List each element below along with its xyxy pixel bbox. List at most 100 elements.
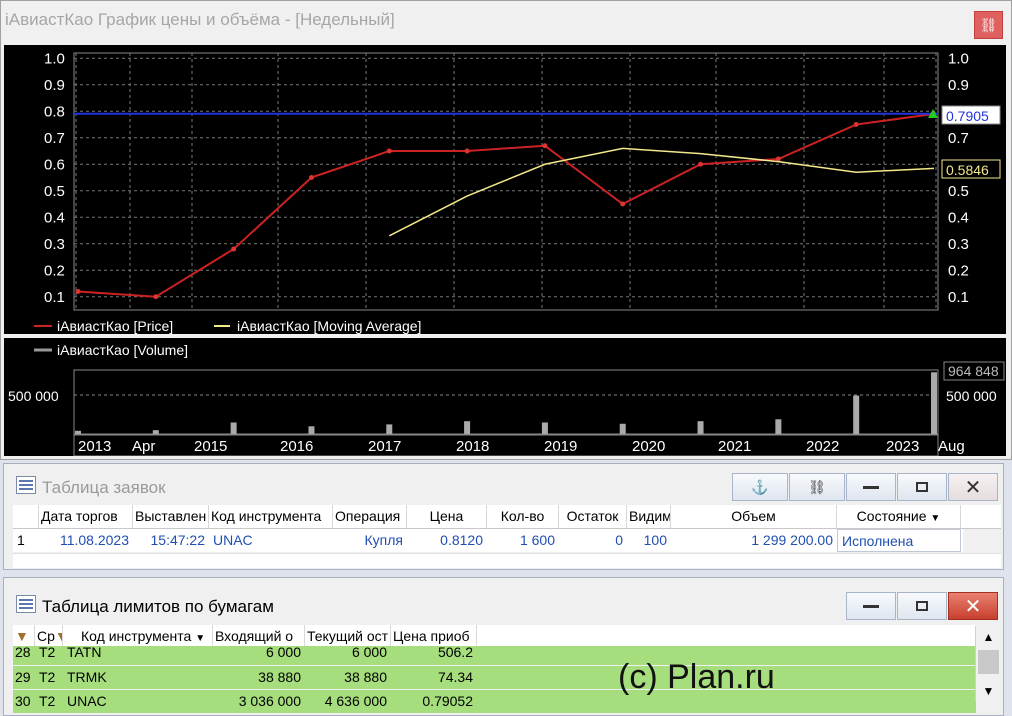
x-tick-label: 2015 <box>194 438 227 455</box>
y-tick-label: 0.4 <box>948 209 969 226</box>
row-num: 1 <box>17 532 25 548</box>
price-point <box>153 294 159 300</box>
y-tick-label: 0.7 <box>44 130 65 147</box>
y-tick-label: 0.4 <box>44 209 65 226</box>
empty-row <box>13 553 1001 568</box>
price-point <box>853 122 859 128</box>
volume-bar <box>464 421 471 434</box>
header-term[interactable]: Ср▼ <box>35 625 63 647</box>
y-tick-label: 0.9 <box>948 77 969 94</box>
header-code[interactable]: Код инструмента <box>209 505 333 528</box>
y-tick-label: 0.6 <box>44 156 65 173</box>
header-state-label: Состояние <box>856 508 927 524</box>
orders-header: Дата торгов Выставлен Код инструмента Оп… <box>13 505 1001 529</box>
volume-bar <box>75 430 81 434</box>
chart-window: iАвиастКао График цены и объёма - [Недел… <box>0 0 1012 460</box>
header-rest[interactable]: Остаток <box>559 505 627 528</box>
row-state: Исполнена <box>837 529 961 552</box>
limits-scrollbar[interactable]: ▲ ▼ <box>975 626 1001 702</box>
header-num <box>13 505 39 528</box>
row-num: 30 <box>15 693 31 709</box>
scroll-up-icon[interactable]: ▲ <box>976 626 1001 648</box>
row-code: UNAC <box>67 693 107 709</box>
limits-window: Таблица лимитов по бумагам ✕ ▼ Ср▼ Код и… <box>3 577 1004 716</box>
header-code-label: Код инструмента <box>81 628 192 644</box>
header-price[interactable]: Цена приоб <box>391 625 477 647</box>
y-tick-label: 0.1 <box>948 289 969 306</box>
row-incoming: 38 880 <box>258 669 301 685</box>
table-row[interactable]: 29 T2 TRMK 38 880 38 880 74.34 <box>13 666 976 689</box>
chart-title: iАвиастКао График цены и объёма - [Недел… <box>5 10 395 29</box>
close-button[interactable]: ✕ <box>948 592 998 620</box>
anchor-button[interactable]: ⚓ <box>732 473 788 501</box>
header-qty[interactable]: Кол-во <box>487 505 559 528</box>
chart-titlebar: iАвиастКао График цены и объёма - [Недел… <box>1 1 1011 39</box>
header-current[interactable]: Текущий ост <box>305 625 391 647</box>
limits-header: ▼ Ср▼ Код инструмента ▼ Входящий о Текущ… <box>13 625 976 648</box>
header-code[interactable]: Код инструмента ▼ <box>63 625 213 647</box>
price-point <box>75 288 81 294</box>
header-incoming[interactable]: Входящий о <box>213 625 305 647</box>
header-state[interactable]: Состояние ▼ <box>837 505 961 528</box>
header-term-label: Ср <box>37 628 55 644</box>
link-icon: ⛓ <box>979 16 998 33</box>
last-price-label: 0.7905 <box>946 108 989 124</box>
row-price: 0.79052 <box>422 693 473 709</box>
header-volume[interactable]: Объем <box>671 505 837 528</box>
row-time: 15:47:22 <box>150 532 206 548</box>
volume-bar <box>697 421 704 434</box>
price-volume-chart[interactable]: 1.00.90.80.70.60.50.40.30.20.1 1.00.90.8… <box>4 45 1006 456</box>
header-time[interactable]: Выставлен <box>133 505 209 528</box>
x-tick-label: 2022 <box>806 438 839 455</box>
scroll-thumb[interactable] <box>978 650 999 674</box>
volume-bar <box>230 422 237 434</box>
x-tick-label: Apr <box>132 438 155 455</box>
table-row[interactable]: 28 T2 TATN 6 000 6 000 506.2 <box>13 646 976 665</box>
price-point <box>542 143 548 149</box>
y-tick-label: 0.3 <box>44 236 65 253</box>
minimize-button[interactable] <box>846 592 896 620</box>
unlink-button[interactable]: ⛓ <box>789 473 845 501</box>
filter-icon: ▼ <box>55 628 62 644</box>
y-tick-label: 0.2 <box>44 262 65 279</box>
header-operation[interactable]: Операция <box>333 505 407 528</box>
table-row[interactable]: 30 T2 UNAC 3 036 000 4 636 000 0.79052 <box>13 690 976 713</box>
unlink-icon: ⛓ <box>808 478 826 495</box>
minimize-icon <box>863 485 879 489</box>
close-icon: ✕ <box>964 476 982 499</box>
close-button[interactable]: ✕ <box>948 473 998 501</box>
row-price: 0.8120 <box>440 532 483 548</box>
x-tick-label: 2021 <box>718 438 751 455</box>
row-qty: 1 600 <box>519 532 555 548</box>
price-point <box>386 148 392 154</box>
header-visible[interactable]: Видим <box>627 505 671 528</box>
anchor-icon: ⚓ <box>751 478 769 495</box>
header-date[interactable]: Дата торгов <box>39 505 133 528</box>
close-icon: ✕ <box>964 595 982 618</box>
row-visible: 100 <box>643 532 667 548</box>
y-tick-label: 1.0 <box>948 50 969 67</box>
maximize-button[interactable] <box>897 473 947 501</box>
x-tick-label: 2020 <box>632 438 665 455</box>
minimize-button[interactable] <box>846 473 896 501</box>
orders-window: Таблица заявок ⚓ ⛓ ✕ Дата торгов Выставл… <box>3 463 1004 570</box>
sort-down-icon: ▼ <box>930 513 941 524</box>
limits-title: Таблица лимитов по бумагам <box>42 597 274 616</box>
y-tick-label: 0.9 <box>44 77 65 94</box>
row-term: T2 <box>39 693 56 709</box>
scroll-down-icon[interactable]: ▼ <box>976 680 1001 702</box>
maximize-button[interactable] <box>897 592 947 620</box>
last-volume-label: 964 848 <box>948 363 999 379</box>
volume-bar <box>386 424 393 434</box>
table-row[interactable]: 1 11.08.2023 15:47:22 UNAC Купля 0.8120 … <box>13 529 963 552</box>
header-price[interactable]: Цена <box>407 505 487 528</box>
volume-tick-left: 500 000 <box>8 388 59 404</box>
volume-bar <box>152 430 159 434</box>
row-price: 74.34 <box>437 669 473 685</box>
row-operation: Купля <box>364 532 404 548</box>
link-button[interactable]: ⛓ <box>974 11 1003 39</box>
volume-tick-right: 500 000 <box>946 388 997 404</box>
filter-icon[interactable]: ▼ <box>13 625 35 647</box>
row-term: T2 <box>39 669 56 685</box>
y-tick-label: 0.5 <box>44 183 65 200</box>
